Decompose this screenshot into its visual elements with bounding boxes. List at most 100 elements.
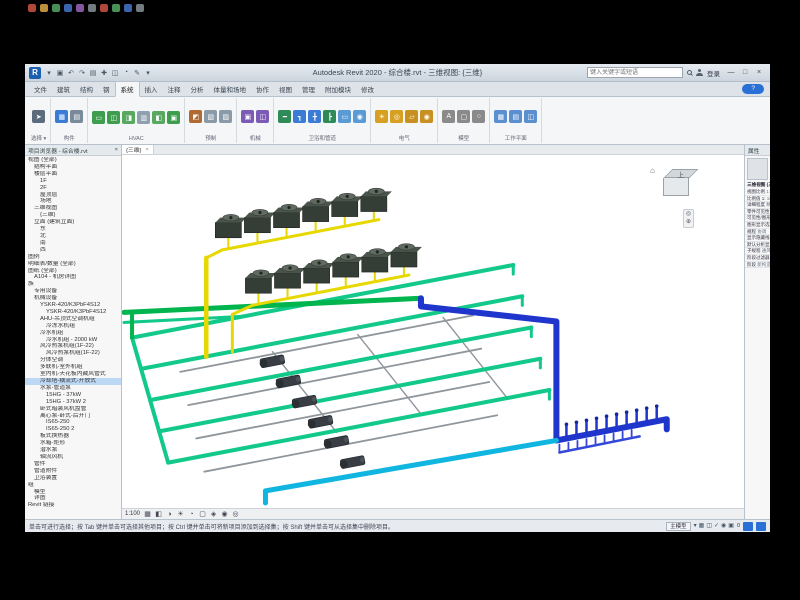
ribbon-tool-icon[interactable]: ☀ — [375, 110, 388, 123]
filter-count[interactable]: 0 — [737, 523, 740, 529]
status-toggle-icon[interactable]: ◫ — [706, 522, 712, 531]
chilled-water-main[interactable] — [159, 359, 540, 432]
view-control-icon[interactable]: ☀ — [176, 510, 185, 519]
browser-tree-item[interactable]: 风冷热泵机组(1F-22) — [25, 350, 121, 357]
pump-unit[interactable] — [323, 435, 350, 449]
ribbon-tool-icon[interactable]: ◫ — [107, 111, 120, 124]
ribbon-tool-icon[interactable]: ▭ — [92, 111, 105, 124]
browser-tree-item[interactable]: 冷水机组 — [25, 330, 121, 337]
browser-tree-item[interactable]: A104 - 机房详图 — [25, 274, 121, 281]
browser-tree-item[interactable]: AHU-吊顶式空调机组 — [25, 316, 121, 323]
navigation-icon[interactable]: ⊕ — [686, 219, 691, 226]
browser-tree-item[interactable]: 离心泵-卧式-后开门 — [25, 413, 121, 420]
ribbon-tool-icon[interactable]: ◉ — [420, 110, 433, 123]
close-icon[interactable]: × — [752, 69, 766, 76]
cooling-tower-body[interactable] — [391, 252, 417, 267]
ribbon-tool-icon[interactable]: ➤ — [32, 110, 45, 123]
manifold-valve[interactable] — [585, 418, 589, 422]
ribbon-tool-icon[interactable]: ◧ — [152, 111, 165, 124]
tower-fan-hub[interactable] — [346, 195, 349, 198]
quick-access-icon[interactable]: ◔ — [121, 69, 131, 77]
view-control-icon[interactable]: ◎ — [231, 510, 240, 519]
ribbon-tool-icon[interactable]: ▭ — [338, 110, 351, 123]
ribbon-tool-icon[interactable]: ◉ — [353, 110, 366, 123]
host-menu-icon-3[interactable] — [52, 4, 60, 12]
browser-tree-item[interactable]: {三维} — [25, 212, 121, 219]
gray-pipe[interactable] — [180, 315, 473, 371]
quick-access-icon[interactable]: ↶ — [66, 69, 76, 77]
cyan-main[interactable] — [265, 440, 556, 503]
browser-tree-item[interactable]: 北 — [25, 233, 121, 240]
pump-unit[interactable] — [291, 395, 318, 409]
tower-fan-hub[interactable] — [229, 216, 232, 219]
browser-tree-item[interactable]: 立面 (建筑立面) — [25, 219, 121, 226]
status-toggle-icon[interactable]: ◉ — [721, 522, 726, 531]
browser-tree-item[interactable]: 南 — [25, 240, 121, 247]
quick-access-icon[interactable]: ✎ — [132, 69, 142, 77]
browser-tree-item[interactable]: 板式换热器 — [25, 433, 121, 440]
ribbon-tool-icon[interactable]: ┣ — [323, 110, 336, 123]
tower-fan-hub[interactable] — [287, 206, 290, 209]
browser-tree-item[interactable]: 水泵-管道泵 — [25, 385, 121, 392]
browser-tree-item[interactable]: 15HG - 37kW — [25, 392, 121, 399]
manifold-valve[interactable] — [595, 416, 599, 420]
ribbon-tool-icon[interactable]: ╋ — [308, 110, 321, 123]
property-row[interactable]: 阶段 新构造 — [745, 262, 770, 269]
view-control-icon[interactable]: ◑ — [165, 510, 174, 519]
ribbon-tool-icon[interactable]: ━ — [278, 110, 291, 123]
browser-tree-item[interactable]: 卫浴装置 — [25, 475, 121, 482]
ribbon-tool-icon[interactable]: ○ — [472, 110, 485, 123]
ribbon-tool-icon[interactable]: ◨ — [122, 111, 135, 124]
browser-tree-item[interactable]: 明细表/数量 (全部) — [25, 261, 121, 268]
maximize-icon[interactable]: □ — [738, 69, 752, 76]
ribbon-tool-icon[interactable]: ◫ — [524, 110, 537, 123]
manifold-valve[interactable] — [575, 420, 579, 424]
yellow-elbow[interactable] — [206, 250, 222, 258]
ribbon-tool-icon[interactable]: ▧ — [204, 110, 217, 123]
browser-tree-item[interactable]: 轴流风机 — [25, 454, 121, 461]
quick-access-icon[interactable]: ▣ — [55, 69, 65, 77]
tower-fan-hub[interactable] — [405, 245, 408, 248]
browser-tree-item[interactable]: 1F — [25, 178, 121, 185]
browser-tree-item[interactable]: 多联机-室外机组 — [25, 364, 121, 371]
quick-access-icon[interactable]: ▤ — [88, 69, 98, 77]
manifold-valve[interactable] — [625, 410, 629, 414]
browser-tree-item[interactable]: 卧式暗装风机盘管 — [25, 406, 121, 413]
ribbon-tool-icon[interactable]: ▱ — [405, 110, 418, 123]
blue-main[interactable] — [421, 298, 667, 440]
pump-unit[interactable] — [339, 455, 366, 469]
quick-access-icon[interactable]: ↷ — [77, 69, 87, 77]
ribbon-tool-icon[interactable]: ▥ — [137, 111, 150, 124]
browser-tree-item[interactable]: 风冷热泵机组(1F-22) — [25, 343, 121, 350]
cooling-tower-body[interactable] — [332, 201, 358, 216]
ribbon-tool-icon[interactable]: ◎ — [390, 110, 403, 123]
browser-tree-item[interactable]: 15HG - 37kW 2 — [25, 399, 121, 406]
ribbon-tool-icon[interactable]: ▤ — [509, 110, 522, 123]
ribbon-tab-结构[interactable]: 结构 — [75, 82, 98, 96]
browser-tree-item[interactable]: IS65-250 — [25, 419, 121, 426]
host-menu-icon-10[interactable] — [136, 4, 144, 12]
ribbon-tool-icon[interactable]: ▣ — [167, 111, 180, 124]
host-menu-icon-1[interactable] — [28, 4, 36, 12]
ribbon-tool-icon[interactable]: ▨ — [219, 110, 232, 123]
browser-tree-item[interactable]: 模型 — [25, 489, 121, 496]
ribbon-tool-icon[interactable]: ◫ — [256, 110, 269, 123]
tower-fan-hub[interactable] — [376, 250, 379, 253]
quick-access-icon[interactable]: ◫ — [110, 69, 120, 77]
property-row[interactable]: 阶段过滤器 全部显示 — [745, 255, 770, 262]
ribbon-tab-注释[interactable]: 注释 — [163, 82, 186, 96]
revit-app-icon[interactable]: R — [29, 67, 41, 79]
ribbon-tool-icon[interactable]: ▣ — [241, 110, 254, 123]
quick-access-icon[interactable]: ✚ — [99, 69, 109, 77]
browser-tree-item[interactable]: 东 — [25, 226, 121, 233]
browser-tree-item[interactable]: 冷却塔-横流式-开放式 — [25, 378, 121, 385]
view-control-icon[interactable]: ◔ — [187, 510, 196, 519]
ribbon-tab-视图[interactable]: 视图 — [274, 82, 297, 96]
property-row[interactable]: 可见性/图形 编辑... — [745, 215, 770, 222]
host-menu-icon-8[interactable] — [112, 4, 120, 12]
property-row[interactable]: 视图比例 1:100 — [745, 189, 770, 196]
search-icon[interactable] — [687, 70, 692, 75]
select-toggle-button[interactable] — [756, 522, 766, 531]
filter-button[interactable] — [743, 522, 753, 531]
view-control-icon[interactable]: ▢ — [198, 510, 207, 519]
